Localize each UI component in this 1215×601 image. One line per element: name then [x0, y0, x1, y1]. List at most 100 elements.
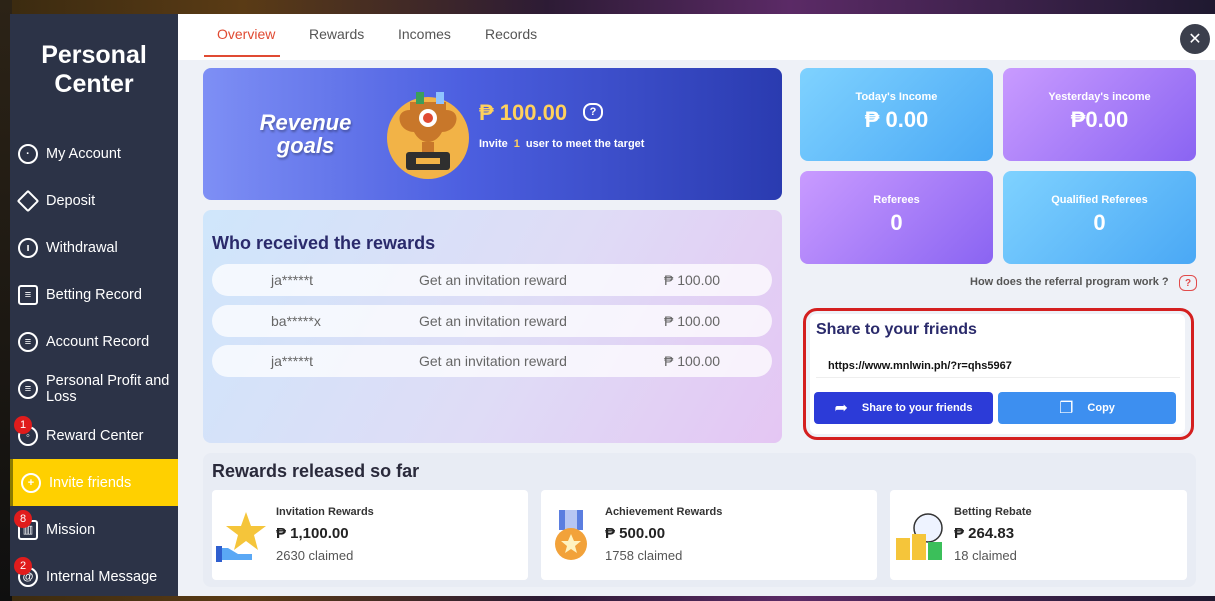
share-button-label: Share to your friends [861, 402, 973, 414]
list-item: ja*****t Get an invitation reward ₱ 100.… [212, 345, 772, 377]
copy-icon: ❐ [1059, 400, 1074, 417]
copy-button[interactable]: ❐ Copy [998, 392, 1176, 424]
revenue-invite-text: Invite 1 user to meet the target [479, 138, 644, 150]
revenue-title-line2: goals [276, 133, 335, 158]
achievement-rewards-card: Achievement Rewards ₱ 500.00 1758 claime… [541, 490, 877, 580]
active-tab-indicator [204, 55, 280, 57]
revenue-goals-title: Revenue goals [243, 111, 368, 157]
invitation-rewards-card: Invitation Rewards ₱ 1,100.00 2630 claim… [212, 490, 528, 580]
share-to-friends-button[interactable]: ➦ Share to your friends [814, 392, 993, 424]
sidebar-item-label: Internal Message [46, 568, 158, 585]
today-income-label: Today's Income [855, 91, 938, 103]
sidebar-item-my-account[interactable]: · My Account [10, 130, 178, 177]
sidebar-item-reward-center[interactable]: 1 ◦ Reward Center [10, 412, 178, 459]
reward-desc: Get an invitation reward [419, 313, 567, 329]
sidebar-title-line2: Center [54, 70, 134, 98]
sidebar-title-line1: Personal [41, 41, 147, 69]
copy-button-label: Copy [1087, 402, 1115, 414]
yesterday-income-card: Yesterday's income ₱0.00 [1003, 68, 1196, 161]
sidebar-item-label: Mission [46, 521, 96, 538]
tab-overview[interactable]: Overview [217, 26, 275, 42]
reward-card-claimed: 1758 claimed [605, 548, 683, 563]
sidebar-item-label: Withdrawal [46, 239, 118, 256]
reward-card-amount: ₱ 500.00 [605, 525, 666, 542]
document-icon: ≡ [18, 284, 38, 305]
coins-ball-icon [896, 513, 943, 560]
withdrawal-icon: ı [18, 237, 38, 258]
medal-icon [555, 510, 587, 560]
close-button[interactable]: ✕ [1180, 24, 1210, 54]
reward-card-claimed: 2630 claimed [276, 548, 354, 563]
reward-user: ba*****x [271, 313, 321, 329]
close-icon: ✕ [1188, 31, 1202, 48]
sidebar-item-label: Deposit [46, 192, 96, 209]
reward-user: ja*****t [271, 272, 314, 288]
rewards-released-title: Rewards released so far [212, 461, 420, 481]
sidebar-item-mission[interactable]: 8 ▥ Mission [10, 506, 178, 553]
sidebar-item-label: Betting Record [46, 286, 142, 303]
who-received-panel: Who received the rewards ja*****t Get an… [203, 210, 782, 443]
help-icon[interactable]: ? [583, 103, 603, 121]
reward-desc: Get an invitation reward [419, 272, 567, 288]
sidebar-item-internal-message[interactable]: 2 @ Internal Message [10, 553, 178, 600]
reward-desc: Get an invitation reward [419, 353, 567, 369]
revenue-goal-amount: ₱ 100.00 [479, 100, 568, 125]
list-item: ba*****x Get an invitation reward ₱ 100.… [212, 305, 772, 337]
sidebar-item-profit-loss[interactable]: ≡ Personal Profit and Loss [10, 365, 178, 412]
tab-incomes[interactable]: Incomes [398, 26, 451, 42]
betting-rebate-card: Betting Rebate ₱ 264.83 18 claimed [890, 490, 1187, 580]
notification-badge: 1 [14, 416, 32, 434]
sidebar-item-invite-friends[interactable]: + Invite friends [10, 459, 178, 506]
yesterday-income-value: ₱0.00 [1070, 107, 1129, 132]
invite-friends-icon: + [21, 472, 41, 493]
sidebar-item-label: Invite friends [49, 474, 132, 491]
sidebar-item-label: My Account [46, 145, 121, 162]
referral-link-field[interactable]: https://www.mnlwin.ph/?r=qhs5967 [816, 356, 1180, 378]
referees-card: Referees 0 [800, 171, 993, 264]
tab-records[interactable]: Records [485, 26, 537, 42]
referees-label: Referees [873, 194, 920, 206]
yesterday-income-label: Yesterday's income [1048, 91, 1151, 103]
sidebar: Personal Center · My Account Deposit ı W… [10, 14, 178, 596]
reward-amount: ₱ 100.00 [664, 313, 721, 329]
reward-amount: ₱ 100.00 [664, 272, 721, 288]
sidebar-item-account-record[interactable]: ≡ Account Record [10, 318, 178, 365]
help-icon[interactable]: ? [1179, 275, 1197, 291]
trophy-icon [387, 92, 469, 179]
who-received-title: Who received the rewards [212, 233, 436, 253]
revenue-goals-card: Revenue goals ₱ 100.00 ? Invite 1 user to … [203, 68, 782, 200]
rewards-released-panel: Rewards released so far Invitation Rewar… [203, 453, 1196, 587]
sidebar-item-betting-record[interactable]: ≡ Betting Record [10, 271, 178, 318]
revenue-title-line1: Revenue [259, 110, 352, 135]
reward-card-claimed: 18 claimed [954, 548, 1017, 563]
deposit-icon [16, 189, 40, 212]
qualified-referees-label: Qualified Referees [1051, 194, 1148, 206]
tab-bar: Overview Rewards Incomes Records ✕ [178, 14, 1215, 60]
user-circle-icon: · [18, 143, 38, 164]
notification-badge: 2 [14, 557, 32, 575]
reward-card-label: Invitation Rewards [276, 506, 374, 518]
referees-value: 0 [890, 210, 903, 235]
sidebar-nav: · My Account Deposit ı Withdrawal ≡ Bett… [10, 130, 178, 600]
reward-card-label: Betting Rebate [954, 506, 1032, 518]
star-hand-icon [216, 512, 266, 562]
reward-amount: ₱ 100.00 [664, 353, 721, 369]
tab-rewards[interactable]: Rewards [309, 26, 364, 42]
ledger-icon: ≡ [18, 331, 38, 352]
reward-card-label: Achievement Rewards [605, 506, 723, 518]
notification-badge: 8 [14, 510, 32, 528]
invite-prefix: Invite [479, 138, 508, 150]
share-panel: Share to your friends https://www.mnlwin… [810, 314, 1185, 434]
sidebar-title: Personal Center [10, 41, 178, 99]
invite-suffix: user to meet the target [525, 138, 645, 150]
sidebar-item-withdrawal[interactable]: ı Withdrawal [10, 224, 178, 271]
reward-user: ja*****t [271, 353, 314, 369]
qualified-referees-card: Qualified Referees 0 [1003, 171, 1196, 264]
reward-card-amount: ₱ 264.83 [954, 525, 1015, 542]
sidebar-item-label: Personal Profit and Loss [46, 372, 170, 405]
sidebar-item-deposit[interactable]: Deposit [10, 177, 178, 224]
share-arrow-icon: ➦ [834, 400, 848, 417]
profit-loss-icon: ≡ [18, 378, 38, 399]
share-title: Share to your friends [816, 321, 977, 338]
referral-help-link[interactable]: How does the referral program work ? [970, 276, 1169, 288]
